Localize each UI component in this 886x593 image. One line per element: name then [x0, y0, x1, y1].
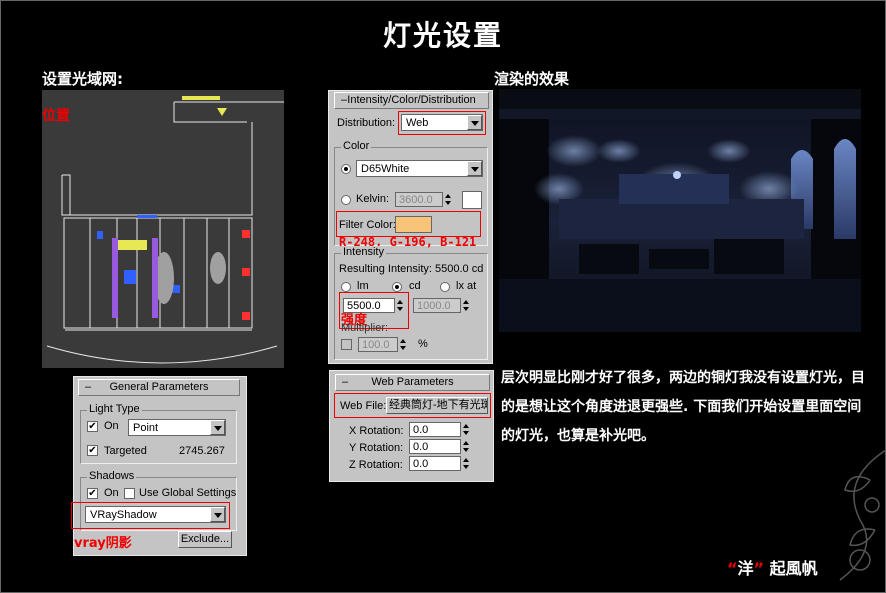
lm-label: lm	[357, 280, 369, 292]
multiplier-label: Multiplier:	[341, 322, 389, 334]
spinner-arrows-icon[interactable]	[444, 192, 453, 207]
left-heading: 设置光域网:	[42, 70, 123, 88]
floor-plan-drawing	[46, 96, 284, 364]
web-rollout-header[interactable]: – Web Parameters	[335, 374, 490, 391]
light-type-dropdown[interactable]: Point	[128, 419, 226, 436]
multiplier-spinner[interactable]: 100.0	[358, 337, 406, 352]
kelvin-label: Kelvin:	[356, 193, 390, 205]
right-heading: 渲染的效果	[494, 70, 570, 88]
description-text: 层次明显比刚才好了很多，两边的铜灯我没有设置灯光，目的是想让这个角度进退更强些.…	[501, 370, 865, 444]
lx-label: lx at	[456, 280, 477, 292]
resulting-intensity-text: Resulting Intensity: 5500.0 cd	[339, 263, 484, 275]
distribution-highlight	[398, 111, 486, 135]
color-preset-dropdown[interactable]: D65White	[356, 160, 483, 177]
vray-shadow-annotation: vray阴影	[74, 536, 132, 551]
shadow-type-highlight	[71, 502, 230, 529]
spinner-arrows-icon[interactable]	[399, 337, 408, 352]
signature: “洋” 起風帆	[727, 559, 818, 578]
intensity-rollout-header[interactable]: – Intensity/Color/Distribution	[334, 92, 489, 109]
web-file-highlight	[334, 393, 491, 418]
percent-label: %	[418, 338, 428, 350]
top-viewport[interactable]: 位置	[42, 90, 284, 368]
target-distance-value: 2745.267	[179, 445, 225, 457]
targeted-checkbox[interactable]: ✔	[87, 445, 98, 456]
general-parameters-panel: – General Parameters Light Type ✔ On Poi…	[71, 376, 247, 556]
y-rotation-label: Y Rotation:	[349, 442, 404, 454]
position-label: 位置	[42, 108, 70, 124]
light-on-checkbox[interactable]: ✔	[87, 421, 98, 432]
cd-radio[interactable]	[392, 282, 402, 292]
lx-radio[interactable]	[440, 282, 450, 292]
page-title: 灯光设置	[382, 19, 503, 52]
shadows-on-checkbox[interactable]: ✔	[87, 488, 98, 499]
intensity-color-panel: – Intensity/Color/Distribution Distribut…	[328, 90, 493, 364]
lm-radio[interactable]	[341, 282, 351, 292]
preset-radio[interactable]	[341, 164, 351, 174]
use-global-label: Use Global Settings	[139, 487, 237, 499]
distribution-label: Distribution:	[337, 117, 396, 129]
multiplier-checkbox[interactable]	[341, 339, 352, 350]
targeted-label: Targeted	[104, 445, 147, 457]
kelvin-radio[interactable]	[341, 195, 351, 205]
z-rotation-label: Z Rotation:	[349, 459, 403, 471]
spinner-arrows-icon[interactable]	[462, 456, 471, 471]
spinner-arrows-icon[interactable]	[462, 298, 471, 313]
use-global-checkbox[interactable]	[124, 488, 135, 499]
render-preview-image	[499, 89, 861, 332]
general-rollout-header[interactable]: – General Parameters	[78, 379, 240, 396]
chevron-down-icon	[467, 161, 482, 176]
light-on-label: On	[104, 420, 119, 432]
filter-color-highlight	[336, 211, 481, 237]
cd-label: cd	[409, 280, 421, 292]
x-rotation-spinner[interactable]: 0.0	[409, 422, 469, 437]
exclude-button[interactable]: Exclude...	[178, 531, 232, 548]
shadows-on-label: On	[104, 487, 119, 499]
z-rotation-spinner[interactable]: 0.0	[409, 456, 469, 471]
spinner-arrows-icon[interactable]	[462, 422, 471, 437]
kelvin-spinner[interactable]: 3600.0	[395, 192, 451, 207]
chevron-down-icon	[210, 420, 225, 435]
web-parameters-panel: – Web Parameters Web File: 经典筒灯-地下有光斑 X …	[329, 370, 494, 482]
y-rotation-spinner[interactable]: 0.0	[409, 439, 469, 454]
kelvin-color-swatch[interactable]	[462, 191, 482, 209]
x-rotation-label: X Rotation:	[349, 425, 404, 437]
lx-distance-spinner[interactable]: 1000.0	[413, 298, 469, 313]
spinner-arrows-icon[interactable]	[462, 439, 471, 454]
